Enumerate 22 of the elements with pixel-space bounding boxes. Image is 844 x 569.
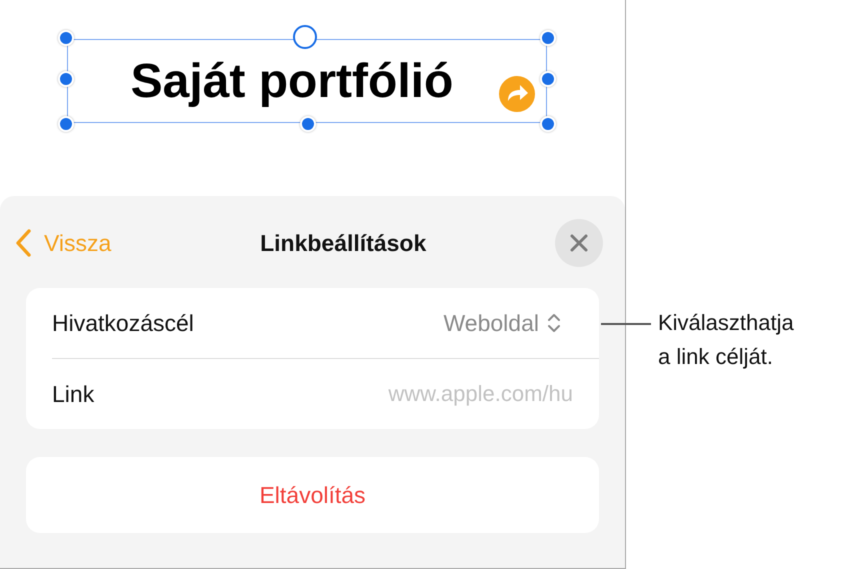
connection-handle[interactable] [293, 25, 317, 49]
selection-handle[interactable] [58, 71, 74, 87]
selection-handle[interactable] [58, 116, 74, 132]
selection-handle[interactable] [540, 116, 556, 132]
row-label: Hivatkozáscél [52, 310, 194, 336]
selection-handle[interactable] [540, 71, 556, 87]
chevron-up-down-icon [547, 312, 561, 334]
link-field[interactable]: www.apple.com/hu [313, 381, 573, 407]
back-button[interactable]: Vissza [14, 228, 112, 258]
target-picker[interactable]: Weboldal [444, 310, 561, 336]
leader-line [601, 323, 651, 324]
title-text: Saját portfólió [130, 54, 454, 108]
callout-text: Kiválaszthatja a link célját. [658, 309, 794, 371]
panel-title: Linkbeállítások [260, 230, 426, 256]
chevron-left-icon [14, 228, 32, 258]
selection-handle[interactable] [540, 30, 556, 46]
selection-handle[interactable] [300, 116, 316, 132]
remove-button[interactable]: Eltávolítás [26, 457, 599, 533]
close-button[interactable] [555, 219, 603, 267]
close-icon [569, 233, 589, 253]
selection-handle[interactable] [58, 30, 74, 46]
row-label: Link [52, 380, 94, 408]
